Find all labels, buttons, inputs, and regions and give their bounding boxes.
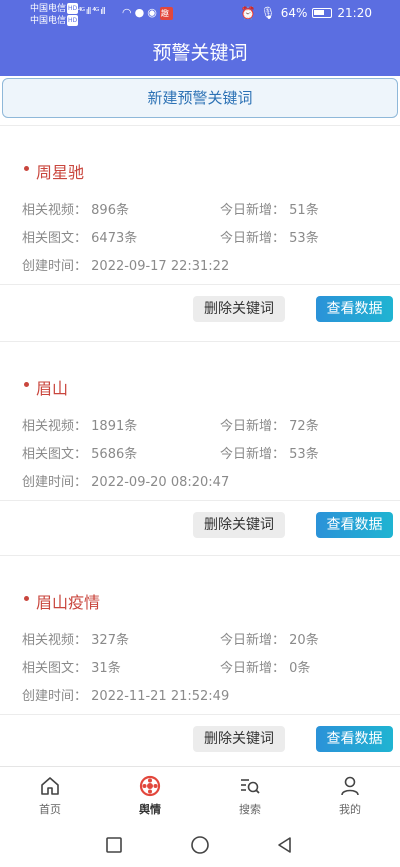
video-count: 相关视频： 896条 [22,203,129,218]
app-badge-icon: 趣 [159,7,173,20]
bullet-icon [24,382,29,387]
keyword-title: 眉山 [36,379,69,398]
clock: 21:20 [337,6,372,20]
image-new-count: 今日新增： 0条 [220,661,311,676]
video-new-count: 今日新增： 20条 [220,633,319,648]
tab-search[interactable]: 搜索 [220,775,280,817]
mic-icon: 🎙 [260,6,276,20]
home-button-icon[interactable] [190,836,210,856]
message-icon: ● [134,6,148,19]
tab-mine[interactable]: 我的 [320,775,380,817]
keyword-card: 眉山疫情 相关视频： 327条 今日新增： 20条 相关图文： 31条 今日新增… [0,555,400,769]
keyword-card: 周星驰 相关视频： 896条 今日新增： 51条 相关图文： 6473条 今日新… [0,125,400,339]
home-icon [41,777,59,795]
carrier-2: 中国电信 [30,16,67,26]
delete-keyword-button[interactable]: 删除关键词 [193,512,285,538]
video-count: 相关视频： 327条 [22,633,129,648]
status-right: ⏰ 🎙 64% 21:20 [241,6,372,20]
carrier-info: 中国电信 HD 中国电信 HD [30,3,79,27]
divider [0,714,400,715]
sentiment-icon [139,775,161,797]
image-new-count: 今日新增： 53条 [220,447,319,462]
keyword-title: 眉山疫情 [36,593,101,612]
divider [0,284,400,285]
view-data-button[interactable]: 查看数据 [316,296,393,322]
video-count: 相关视频： 1891条 [22,419,138,434]
notification-icons: ◠●◉趣 [122,6,173,20]
tab-label: 我的 [339,803,361,816]
bullet-icon [24,166,29,171]
wifi-icon: ◠ [122,6,135,19]
view-data-button[interactable]: 查看数据 [316,726,393,752]
tab-label: 首页 [39,803,61,816]
account-icon: ◉ [147,6,160,19]
carrier-1: 中国电信 [30,4,67,14]
created-time: 创建时间： 2022-09-20 08:20:47 [22,475,230,490]
search-icon [241,779,260,794]
image-count: 相关图文： 6473条 [22,231,138,246]
keyword-card: 眉山 相关视频： 1891条 今日新增： 72条 相关图文： 5686条 今日新… [0,341,400,555]
created-time: 创建时间： 2022-11-21 21:52:49 [22,689,230,704]
back-icon[interactable] [276,836,294,854]
tab-label: 搜索 [239,803,261,816]
bottom-tab-bar: 首页 舆情 搜索 我的 [0,766,400,826]
hd-badge: HD [67,3,79,14]
image-count: 相关图文： 5686条 [22,447,138,462]
system-nav-bar [0,826,400,867]
user-icon [341,776,359,796]
delete-keyword-button[interactable]: 删除关键词 [193,296,285,322]
recents-icon[interactable] [105,836,123,854]
battery-percent: 64% [280,6,308,20]
alarm-icon: ⏰ [240,6,256,20]
tab-sentiment[interactable]: 舆情 [120,775,180,817]
created-time: 创建时间： 2022-09-17 22:31:22 [22,259,230,274]
hd-badge: HD [67,15,79,26]
battery-icon [312,8,333,18]
page-title: 预警关键词 [152,42,248,64]
status-bar: 中国电信 HD 中国电信 HD ⁴ᴳ ıll ⁴ᴳ ıll ◠●◉趣 ⏰ 🎙 64%… [0,0,400,30]
view-data-button[interactable]: 查看数据 [316,512,393,538]
image-count: 相关图文： 31条 [22,661,121,676]
new-keyword-button[interactable]: 新建预警关键词 [2,78,398,118]
tab-label: 舆情 [139,803,161,816]
delete-keyword-button[interactable]: 删除关键词 [193,726,285,752]
tab-home[interactable]: 首页 [20,775,80,817]
image-new-count: 今日新增： 53条 [220,231,319,246]
video-new-count: 今日新增： 51条 [220,203,319,218]
keyword-title: 周星驰 [36,163,85,182]
video-new-count: 今日新增： 72条 [220,419,319,434]
app-header: 中国电信 HD 中国电信 HD ⁴ᴳ ıll ⁴ᴳ ıll ◠●◉趣 ⏰ 🎙 64%… [0,0,400,76]
bullet-icon [24,596,29,601]
signal-icon: ⁴ᴳ ıll ⁴ᴳ ıll [78,7,106,17]
divider [0,500,400,501]
